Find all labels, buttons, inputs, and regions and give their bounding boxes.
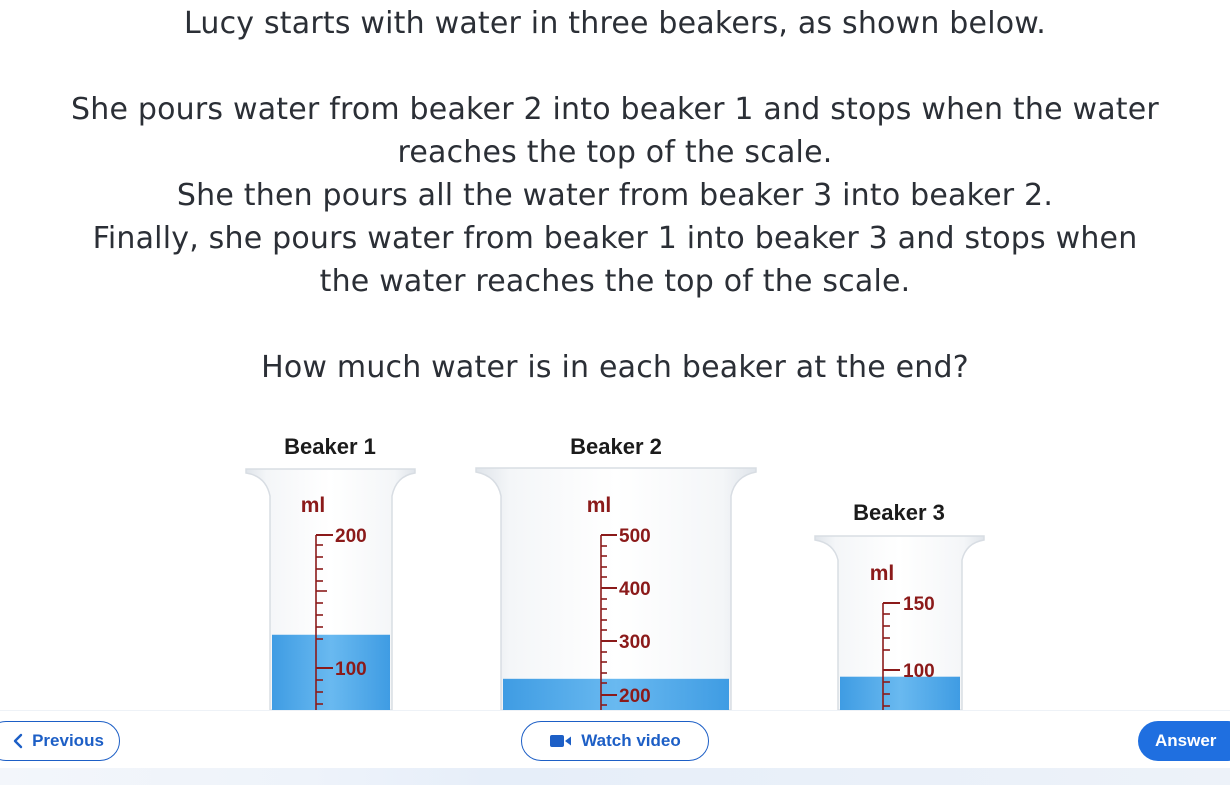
question-line-6: the water reaches the top of the scale. xyxy=(319,264,911,299)
beaker-2-tick-400: 400 xyxy=(619,579,651,600)
chevron-left-icon xyxy=(12,733,24,749)
beaker-1-water xyxy=(272,634,390,710)
question-line-2: She pours water from beaker 2 into beake… xyxy=(71,92,1159,127)
beaker-1: Beaker 1 ml 200 100 xyxy=(245,434,416,710)
beaker-3-tick-150: 150 xyxy=(903,594,935,615)
answer-button-label: Answer xyxy=(1155,731,1217,750)
question-line-3: reaches the top of the scale. xyxy=(397,135,833,170)
watch-video-label: Watch video xyxy=(581,731,681,750)
beaker-2-tick-300: 300 xyxy=(619,632,651,653)
answer-button[interactable]: Answer xyxy=(1138,721,1230,761)
previous-button[interactable]: Previous xyxy=(0,721,120,761)
beaker-2-tick-200: 200 xyxy=(619,686,651,707)
beaker-1-label: Beaker 1 xyxy=(284,434,376,459)
watch-video-button[interactable]: Watch video xyxy=(521,721,709,761)
beaker-1-tick-200: 200 xyxy=(335,526,367,547)
question-prompt: How much water is in each beaker at the … xyxy=(261,350,969,385)
beaker-2-tick-500: 500 xyxy=(619,526,651,547)
beaker-3-tick-100: 100 xyxy=(903,661,935,682)
beaker-2-label: Beaker 2 xyxy=(570,434,662,459)
beaker-1-unit: ml xyxy=(301,494,326,517)
previous-button-label: Previous xyxy=(32,731,104,750)
beaker-3-label: Beaker 3 xyxy=(853,500,945,525)
question-instructions: She pours water from beaker 2 into beake… xyxy=(0,88,1230,303)
beaker-1-tick-100: 100 xyxy=(335,659,367,680)
beaker-3: Beaker 3 ml 150 100 xyxy=(814,500,985,710)
question-line-5: Finally, she pours water from beaker 1 i… xyxy=(92,221,1138,256)
question-line-4: She then pours all the water from beaker… xyxy=(176,178,1054,213)
beaker-2-unit: ml xyxy=(587,494,612,517)
beaker-3-unit: ml xyxy=(870,562,895,585)
beakers-figure: Beaker 1 ml 200 100 Beaker 2 ml 500 400 … xyxy=(0,400,1230,710)
beaker-2: Beaker 2 ml 500 400 300 200 xyxy=(475,434,757,710)
beaker-3-water xyxy=(840,676,960,710)
video-camera-icon xyxy=(549,734,573,748)
footer-shade xyxy=(0,768,1230,785)
question-line-1: Lucy starts with water in three beakers,… xyxy=(183,6,1047,41)
